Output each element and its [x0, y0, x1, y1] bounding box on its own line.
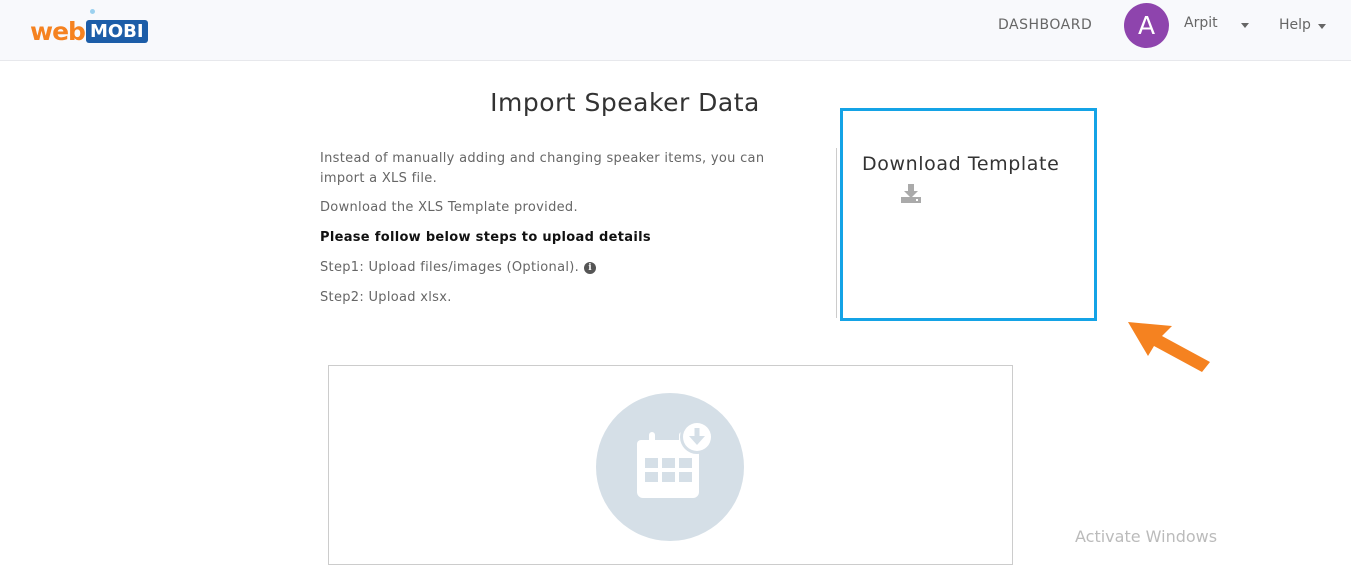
user-menu-label[interactable]: Arpit [1184, 15, 1218, 31]
chevron-down-icon[interactable] [1318, 24, 1326, 29]
step1-label: Step1: Upload files/images (Optional). [320, 260, 580, 275]
logo-web-text: web [30, 16, 86, 46]
page-title: Import Speaker Data [490, 88, 760, 117]
download-icon[interactable] [900, 183, 922, 205]
top-navbar: web MOBI DASHBOARD A Arpit Help [0, 0, 1351, 61]
step2-text: Step2: Upload xlsx. [320, 290, 452, 305]
vertical-divider [836, 148, 837, 318]
steps-heading: Please follow below steps to upload deta… [320, 230, 651, 245]
logo-mobi-text: MOBI [85, 19, 148, 43]
step1-text: Step1: Upload files/images (Optional). i [320, 260, 597, 275]
annotation-arrow-icon [1128, 322, 1210, 372]
logo-dot [90, 9, 95, 14]
nav-dashboard-link[interactable]: DASHBOARD [998, 17, 1092, 33]
upload-dropzone[interactable] [328, 365, 1013, 565]
help-menu-label[interactable]: Help [1279, 17, 1311, 33]
activate-windows-watermark: Activate Windows [1075, 527, 1218, 546]
webmobi-logo[interactable]: web MOBI [30, 9, 148, 46]
template-instruction: Download the XLS Template provided. [320, 200, 578, 215]
intro-text: Instead of manually adding and changing … [320, 151, 765, 186]
chevron-down-icon[interactable] [1241, 23, 1249, 28]
info-icon[interactable]: i [584, 261, 597, 274]
calendar-download-icon [637, 420, 714, 498]
upload-icon-circle [596, 393, 744, 541]
download-template-title[interactable]: Download Template [862, 153, 1059, 175]
user-avatar[interactable]: A [1124, 3, 1169, 48]
download-template-panel[interactable]: Download Template [840, 108, 1097, 321]
